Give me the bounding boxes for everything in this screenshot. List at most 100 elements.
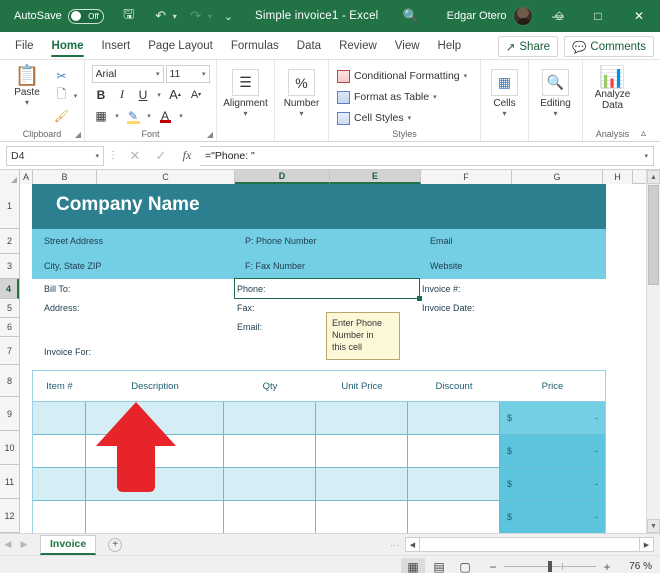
cell-qty[interactable]: [224, 402, 316, 434]
row-header-2[interactable]: 2: [0, 229, 19, 254]
bold-button[interactable]: B: [92, 85, 111, 104]
font-name-combobox[interactable]: Arial ▾: [91, 65, 164, 83]
column-header-a[interactable]: A: [20, 170, 33, 184]
cell-unit-price[interactable]: [316, 468, 408, 500]
scroll-up-button[interactable]: ▲: [647, 170, 660, 184]
font-dialog-launcher-icon[interactable]: ◢: [207, 130, 213, 139]
number-dropdown-icon[interactable]: ▾: [299, 109, 303, 118]
tab-view[interactable]: View: [386, 32, 429, 59]
borders-icon[interactable]: ▦: [92, 106, 111, 125]
invoice-for-label[interactable]: Invoice For:: [44, 347, 91, 357]
autosave-toggle[interactable]: Off: [67, 8, 104, 24]
zoom-level-label[interactable]: 76 %: [622, 561, 652, 572]
underline-dropdown-icon[interactable]: ▾: [155, 85, 164, 104]
row-header-12[interactable]: 12: [0, 499, 19, 533]
sheet-tab-invoice[interactable]: Invoice: [40, 534, 97, 555]
next-sheet-button[interactable]: ▶: [16, 539, 32, 550]
alignment-button[interactable]: ☰ Alignment ▾: [220, 67, 272, 118]
format-as-table-button[interactable]: Format as Table ▾: [337, 88, 437, 106]
cell-discount[interactable]: [408, 501, 500, 533]
redo-dropdown-icon[interactable]: ▾: [208, 12, 212, 21]
prev-sheet-button[interactable]: ◀: [0, 539, 16, 550]
fill-color-icon[interactable]: ✎: [124, 106, 143, 125]
add-sheet-button[interactable]: +: [108, 537, 123, 552]
paste-dropdown-icon[interactable]: ▾: [25, 98, 29, 107]
editing-dropdown-icon[interactable]: ▾: [553, 109, 557, 118]
page-break-preview-icon[interactable]: ▢: [453, 558, 477, 573]
alignment-dropdown-icon[interactable]: ▾: [243, 109, 247, 118]
cell-discount[interactable]: [408, 435, 500, 467]
name-box[interactable]: D4 ▾: [6, 145, 104, 166]
row-header-8[interactable]: 8: [0, 365, 19, 397]
cell-description[interactable]: [86, 501, 224, 533]
cells-dropdown-icon[interactable]: ▾: [502, 109, 506, 118]
cell-item[interactable]: [33, 468, 86, 500]
formula-input[interactable]: ="Phone: " ▾: [200, 145, 654, 166]
cell-styles-button[interactable]: Cell Styles ▾: [337, 109, 411, 127]
fax-cell-text[interactable]: Fax:: [237, 303, 255, 313]
cell-qty[interactable]: [224, 501, 316, 533]
cell-unit-price[interactable]: [316, 435, 408, 467]
font-color-icon[interactable]: A: [156, 106, 175, 125]
editing-button[interactable]: 🔍 Editing ▾: [532, 67, 580, 118]
borders-dropdown-icon[interactable]: ▾: [113, 106, 122, 125]
maximize-button[interactable]: □: [578, 0, 618, 32]
chevron-down-icon[interactable]: ▾: [433, 93, 437, 101]
column-header-g[interactable]: G: [512, 170, 603, 184]
copy-icon[interactable]: 🗋: [52, 86, 71, 105]
scroll-down-button[interactable]: ▼: [647, 519, 660, 533]
cell-item[interactable]: [33, 435, 86, 467]
cell-unit-price[interactable]: [316, 402, 408, 434]
invoice-contact-band[interactable]: Street Address City, State ZIP P: Phone …: [32, 229, 606, 279]
formula-bar-grip[interactable]: ⋮: [104, 150, 122, 161]
avatar[interactable]: [512, 6, 533, 26]
user-name[interactable]: Edgar Otero: [447, 10, 507, 22]
zoom-slider[interactable]: [504, 561, 596, 572]
search-icon[interactable]: 🔍: [402, 8, 418, 24]
invoice-number-label[interactable]: Invoice #:: [422, 284, 461, 294]
row-header-9[interactable]: 9: [0, 397, 19, 431]
email-cell-text[interactable]: Email:: [237, 322, 262, 332]
cell-price[interactable]: $ -: [500, 501, 605, 533]
invoice-header-banner[interactable]: Company Name: [32, 184, 606, 229]
row-header-6[interactable]: 6: [0, 318, 19, 337]
vertical-scrollbar[interactable]: ▲ ▼: [646, 170, 660, 533]
tab-formulas[interactable]: Formulas: [222, 32, 288, 59]
close-button[interactable]: ✕: [618, 0, 660, 32]
column-header-e[interactable]: E: [330, 170, 421, 184]
fill-color-dropdown-icon[interactable]: ▾: [145, 106, 154, 125]
row-header-1[interactable]: 1: [0, 184, 19, 229]
number-button[interactable]: % Number ▾: [278, 67, 326, 118]
chevron-down-icon[interactable]: ▾: [464, 72, 468, 80]
tab-page-layout[interactable]: Page Layout: [139, 32, 222, 59]
row-header-7[interactable]: 7: [0, 337, 19, 365]
undo-icon[interactable]: ↶: [150, 8, 172, 24]
row-header-4[interactable]: 4: [0, 279, 19, 299]
row-header-11[interactable]: 11: [0, 465, 19, 499]
horizontal-scrollbar[interactable]: ⋮ ◀ ▶: [390, 537, 654, 552]
column-header-d[interactable]: D: [235, 170, 330, 184]
cell-unit-price[interactable]: [316, 501, 408, 533]
page-layout-view-icon[interactable]: ▤: [427, 558, 451, 573]
active-cell-selection[interactable]: [234, 278, 422, 301]
share-button[interactable]: ↗ Share: [497, 36, 559, 57]
comments-button[interactable]: 💬 Comments: [564, 36, 654, 57]
format-painter-icon[interactable]: 🖌: [52, 106, 71, 125]
chevron-down-icon[interactable]: ▾: [408, 114, 412, 122]
cell-price[interactable]: $ -: [500, 468, 605, 500]
conditional-formatting-button[interactable]: Conditional Formatting ▾: [337, 67, 467, 85]
tab-insert[interactable]: Insert: [92, 32, 139, 59]
address-label[interactable]: Address:: [44, 303, 80, 313]
cell-discount[interactable]: [408, 468, 500, 500]
cell-price[interactable]: $ -: [500, 435, 605, 467]
tab-file[interactable]: File: [6, 32, 43, 59]
scissors-icon[interactable]: ✂: [52, 66, 71, 85]
shrink-font-button[interactable]: A ▾: [187, 85, 206, 104]
cancel-icon[interactable]: ✕: [122, 148, 148, 164]
cell-item[interactable]: [33, 402, 86, 434]
undo-dropdown-icon[interactable]: ▾: [173, 12, 177, 21]
column-header-b[interactable]: B: [33, 170, 97, 184]
tab-review[interactable]: Review: [330, 32, 386, 59]
analyze-data-button[interactable]: 📊 Analyze Data: [586, 65, 640, 112]
hscroll-track[interactable]: [420, 537, 639, 552]
